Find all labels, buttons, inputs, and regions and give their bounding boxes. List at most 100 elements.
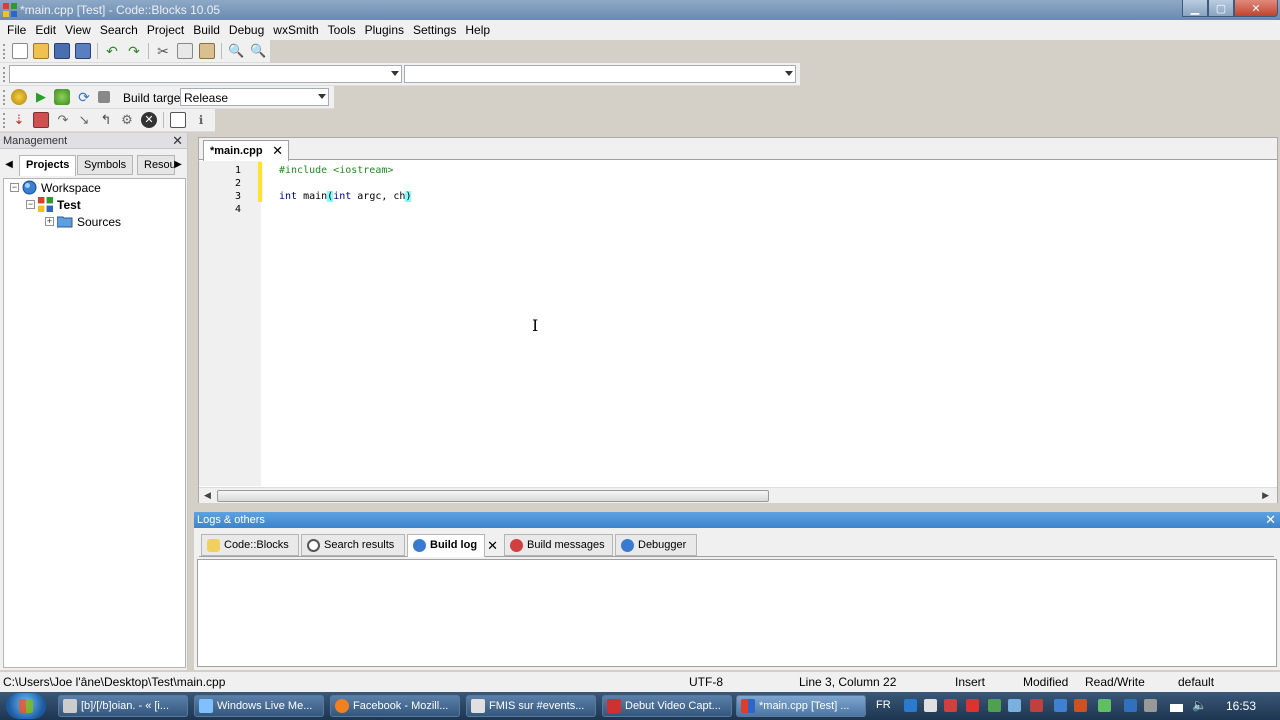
taskbar-item[interactable]: Facebook - Mozill...: [330, 695, 460, 717]
scope-dropdown[interactable]: [9, 65, 402, 83]
stop-debugger-icon[interactable]: ✕: [141, 112, 157, 128]
next-instruction-icon[interactable]: ⚙: [119, 112, 135, 128]
network-signal-icon[interactable]: [1170, 699, 1183, 712]
cut-icon[interactable]: ✂: [155, 43, 171, 59]
tray-icon[interactable]: [966, 699, 979, 712]
tray-icon[interactable]: [1074, 699, 1087, 712]
toolbar-grip[interactable]: [3, 90, 6, 105]
menu-file[interactable]: File: [6, 23, 34, 37]
taskbar-item[interactable]: [b]/[/b]oian. - « [i...: [58, 695, 188, 717]
menu-edit[interactable]: Edit: [34, 23, 64, 37]
close-window-button[interactable]: ✕: [1234, 0, 1278, 17]
tab-debugger[interactable]: Debugger: [615, 534, 697, 556]
menu-build[interactable]: Build: [192, 23, 228, 37]
expand-icon[interactable]: +: [45, 217, 54, 226]
paste-icon[interactable]: [199, 43, 215, 59]
scroll-right-icon[interactable]: ▶: [1262, 490, 1269, 501]
tab-scroll-right-icon[interactable]: ▶: [172, 155, 184, 175]
menu-wxsmith[interactable]: wxSmith: [272, 23, 326, 37]
tab-build-messages[interactable]: Build messages: [504, 534, 613, 556]
horizontal-scrollbar[interactable]: ◀ ▶: [199, 487, 1277, 503]
tray-icon[interactable]: [924, 699, 937, 712]
toolbar-grip[interactable]: [3, 67, 6, 82]
function-dropdown[interactable]: [404, 65, 796, 83]
tab-scroll-left-icon[interactable]: ◀: [3, 155, 15, 175]
save-icon[interactable]: [54, 43, 70, 59]
tree-node-project[interactable]: − Test: [26, 196, 81, 213]
close-icon[interactable]: ✕: [172, 133, 183, 149]
menu-search[interactable]: Search: [99, 23, 146, 37]
tray-icon[interactable]: [1124, 699, 1137, 712]
taskbar-item[interactable]: Windows Live Me...: [194, 695, 324, 717]
tray-icon[interactable]: [944, 699, 957, 712]
step-into-icon[interactable]: ↘: [76, 112, 92, 128]
tray-icon[interactable]: [1008, 699, 1021, 712]
menu-project[interactable]: Project: [146, 23, 192, 37]
code-line-1[interactable]: #include <iostream>: [279, 165, 393, 176]
taskbar-item[interactable]: Debut Video Capt...: [602, 695, 732, 717]
tree-node-workspace[interactable]: − Workspace: [10, 179, 101, 196]
tray-icon[interactable]: [904, 699, 917, 712]
tab-search-results[interactable]: Search results: [301, 534, 405, 556]
scroll-left-icon[interactable]: ◀: [204, 490, 211, 501]
tab-build-log[interactable]: Build log ✕: [407, 534, 498, 557]
taskbar-item[interactable]: FMIS sur #events...: [466, 695, 596, 717]
debug-continue-icon[interactable]: ⇣: [11, 112, 27, 128]
debug-windows-icon[interactable]: [170, 112, 186, 128]
menu-debug[interactable]: Debug: [228, 23, 272, 37]
close-icon[interactable]: ✕: [1265, 512, 1276, 528]
collapse-icon[interactable]: −: [26, 200, 35, 209]
minimize-button[interactable]: ▁: [1182, 0, 1208, 17]
close-tab-icon[interactable]: ✕: [487, 535, 498, 556]
run-icon[interactable]: ▶: [33, 89, 49, 105]
debug-info-icon[interactable]: ℹ: [193, 112, 209, 128]
open-file-icon[interactable]: [33, 43, 49, 59]
next-line-icon[interactable]: ↷: [55, 112, 71, 128]
keyword-int: int: [279, 191, 298, 202]
build-icon[interactable]: [11, 89, 27, 105]
code-line-3[interactable]: int main(int argc, ch): [279, 191, 412, 202]
tray-icon[interactable]: [1030, 699, 1043, 712]
toolbar-grip[interactable]: [3, 113, 6, 128]
menu-view[interactable]: View: [64, 23, 99, 37]
find-icon[interactable]: 🔍: [228, 43, 244, 59]
tray-icon[interactable]: [988, 699, 1001, 712]
new-file-icon[interactable]: [12, 43, 28, 59]
close-tab-icon[interactable]: ✕: [272, 141, 283, 161]
editor-tab-main-cpp[interactable]: *main.cpp ✕: [203, 140, 289, 161]
language-indicator[interactable]: FR: [876, 699, 891, 711]
title-bar: *main.cpp [Test] - Code::Blocks 10.05 ▁ …: [0, 0, 1280, 20]
redo-icon[interactable]: ↷: [126, 43, 142, 59]
tab-codeblocks-log[interactable]: Code::Blocks: [201, 534, 299, 556]
save-all-icon[interactable]: [75, 43, 91, 59]
menu-tools[interactable]: Tools: [327, 23, 364, 37]
volume-icon[interactable]: 🔈: [1192, 699, 1207, 712]
menu-help[interactable]: Help: [464, 23, 498, 37]
tab-projects[interactable]: Projects: [19, 155, 77, 176]
menu-plugins[interactable]: Plugins: [364, 23, 412, 37]
build-log-content[interactable]: [197, 559, 1277, 667]
rebuild-icon[interactable]: ⟳: [76, 89, 92, 105]
run-to-cursor-icon[interactable]: [33, 112, 49, 128]
taskbar-item-codeblocks[interactable]: *main.cpp [Test] ...: [736, 695, 866, 717]
tray-icon[interactable]: [1054, 699, 1067, 712]
tab-symbols[interactable]: Symbols: [77, 155, 134, 175]
tab-resources[interactable]: Resou: [137, 155, 175, 175]
clock[interactable]: 16:53: [1226, 699, 1256, 713]
start-button[interactable]: [6, 693, 46, 719]
collapse-icon[interactable]: −: [10, 183, 19, 192]
scrollbar-thumb[interactable]: [217, 490, 769, 502]
build-and-run-icon[interactable]: [54, 89, 70, 105]
tray-icon[interactable]: [1144, 699, 1157, 712]
build-target-dropdown[interactable]: Release: [180, 88, 329, 106]
undo-icon[interactable]: ↶: [104, 43, 120, 59]
replace-icon[interactable]: 🔍: [250, 43, 266, 59]
step-out-icon[interactable]: ↰: [98, 112, 114, 128]
tray-icon[interactable]: [1098, 699, 1111, 712]
tree-node-sources[interactable]: + Sources: [45, 213, 121, 230]
copy-icon[interactable]: [177, 43, 193, 59]
menu-settings[interactable]: Settings: [412, 23, 464, 37]
toolbar-grip[interactable]: [3, 44, 6, 59]
maximize-button[interactable]: ▢: [1208, 0, 1234, 17]
abort-icon[interactable]: [98, 91, 110, 103]
